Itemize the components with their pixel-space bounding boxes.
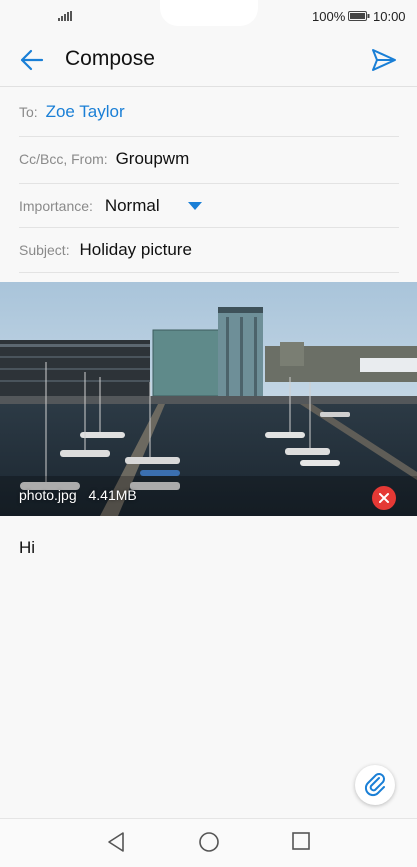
page-title: Compose [65,47,155,70]
subject-input[interactable]: Holiday picture [79,240,191,259]
back-triangle-icon[interactable] [106,831,126,853]
attachment-preview[interactable] [0,282,417,516]
home-circle-icon[interactable] [198,831,220,853]
to-label: To: [19,104,38,120]
importance-field[interactable]: Importance: Normal [19,184,399,228]
cc-bcc-label: Cc/Bcc, From: [19,151,108,167]
recents-square-icon[interactable] [291,831,311,851]
remove-attachment-button[interactable] [372,486,396,510]
close-icon [379,493,389,503]
importance-value: Normal [104,196,160,215]
attachment-size: 4.41MB [88,487,137,503]
paperclip-icon [364,773,385,797]
camera-notch [160,0,258,26]
arrow-left-icon[interactable] [18,48,46,72]
clock: 10:00 [373,9,406,24]
attach-file-button[interactable] [355,765,395,805]
to-field[interactable]: To: Zoe Taylor [19,88,399,137]
importance-label: Importance: [19,198,93,214]
subject-label: Subject: [19,242,70,258]
recipient-chip[interactable]: Zoe Taylor [46,102,125,121]
send-icon[interactable] [370,47,398,73]
battery-percent: 100% [312,9,346,24]
harbour-photo [0,282,417,516]
attachment-info: photo.jpg 4.41MB [19,487,137,503]
app-bar: Compose [0,34,417,87]
system-navigation-bar [0,818,417,867]
battery-icon [348,11,370,21]
signal-icon [58,11,72,21]
message-body[interactable]: Hi [19,538,35,558]
subject-field[interactable]: Subject: Holiday picture [19,228,399,273]
from-account-value: Groupwm [115,149,190,168]
cc-bcc-from-field[interactable]: Cc/Bcc, From: Groupwm [19,137,399,184]
chevron-down-icon[interactable] [188,202,202,210]
attachment-filename: photo.jpg [19,487,77,503]
status-bar: 100% 10:00 [0,0,417,32]
